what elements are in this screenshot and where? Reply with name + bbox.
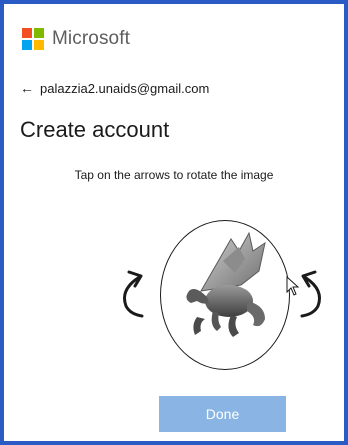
- rotate-left-icon[interactable]: [114, 264, 148, 320]
- dragon-image: [186, 231, 266, 337]
- rotate-right-icon[interactable]: [296, 264, 330, 320]
- done-button[interactable]: Done: [159, 396, 286, 432]
- mouse-pointer-icon: [286, 276, 300, 296]
- puzzle-image-circle: [160, 220, 290, 370]
- instruction-text: Tap on the arrows to rotate the image: [74, 168, 274, 182]
- rotation-puzzle: [114, 220, 348, 380]
- account-identity: ← palazzia2.unaids@gmail.com: [20, 80, 209, 96]
- microsoft-logo-icon: [22, 28, 44, 50]
- account-email: palazzia2.unaids@gmail.com: [40, 80, 210, 96]
- brand-header: Microsoft: [22, 28, 130, 50]
- brand-name: Microsoft: [52, 28, 130, 49]
- back-arrow-icon[interactable]: ←: [20, 80, 34, 96]
- captcha-dialog: Microsoft ← palazzia2.unaids@gmail.com C…: [0, 0, 348, 445]
- page-title: Create account: [20, 117, 170, 142]
